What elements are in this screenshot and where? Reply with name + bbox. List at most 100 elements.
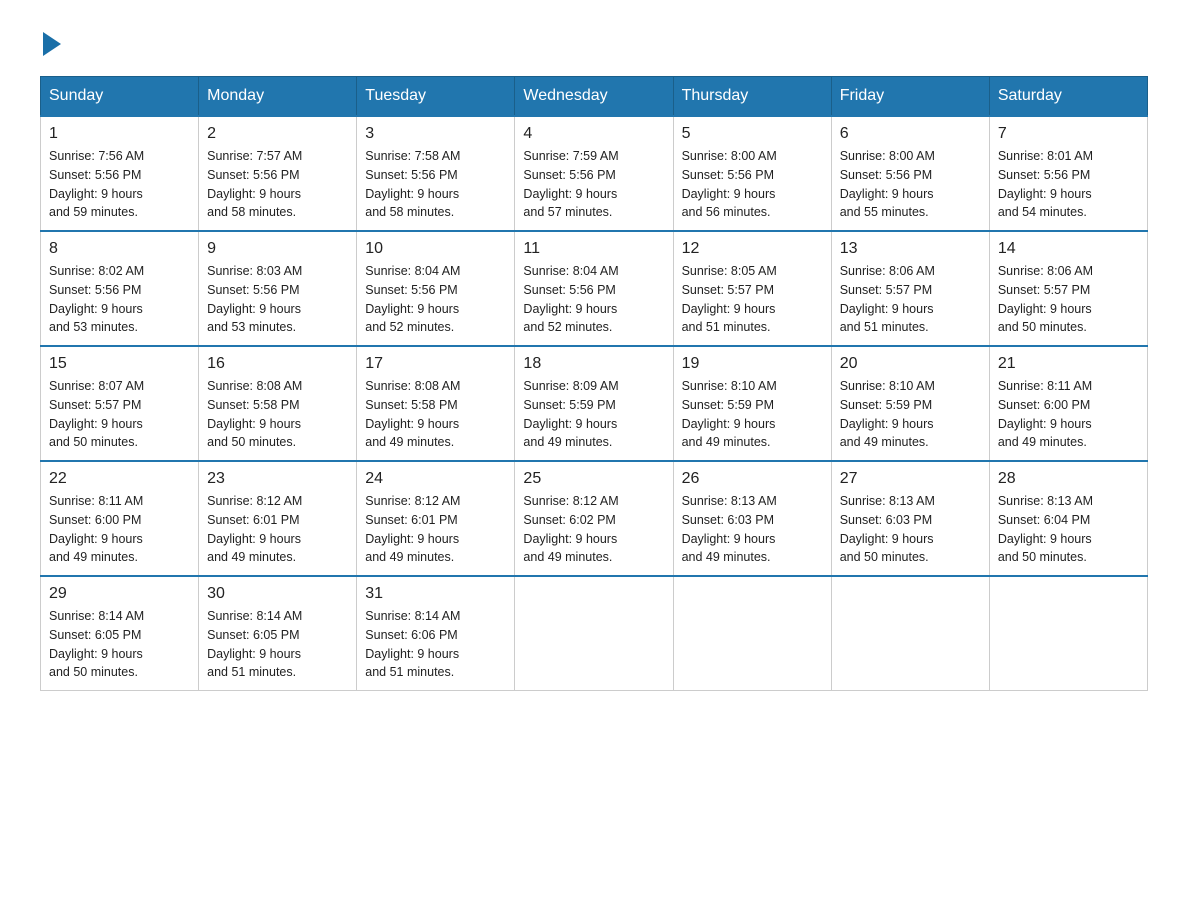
weekday-header-saturday: Saturday [989,77,1147,117]
day-info: Sunrise: 8:10 AMSunset: 5:59 PMDaylight:… [840,377,981,452]
calendar-cell: 23 Sunrise: 8:12 AMSunset: 6:01 PMDaylig… [199,461,357,576]
day-number: 19 [682,355,823,373]
calendar-cell: 9 Sunrise: 8:03 AMSunset: 5:56 PMDayligh… [199,231,357,346]
day-info: Sunrise: 8:13 AMSunset: 6:03 PMDaylight:… [682,492,823,567]
calendar-cell: 10 Sunrise: 8:04 AMSunset: 5:56 PMDaylig… [357,231,515,346]
day-info: Sunrise: 8:08 AMSunset: 5:58 PMDaylight:… [207,377,348,452]
day-number: 15 [49,355,190,373]
day-info: Sunrise: 7:57 AMSunset: 5:56 PMDaylight:… [207,147,348,222]
calendar-cell: 5 Sunrise: 8:00 AMSunset: 5:56 PMDayligh… [673,116,831,231]
day-number: 17 [365,355,506,373]
calendar-cell: 2 Sunrise: 7:57 AMSunset: 5:56 PMDayligh… [199,116,357,231]
calendar-cell: 24 Sunrise: 8:12 AMSunset: 6:01 PMDaylig… [357,461,515,576]
day-info: Sunrise: 8:14 AMSunset: 6:05 PMDaylight:… [207,607,348,682]
day-number: 20 [840,355,981,373]
day-number: 13 [840,240,981,258]
calendar-cell: 19 Sunrise: 8:10 AMSunset: 5:59 PMDaylig… [673,346,831,461]
day-number: 21 [998,355,1139,373]
calendar-cell: 14 Sunrise: 8:06 AMSunset: 5:57 PMDaylig… [989,231,1147,346]
day-info: Sunrise: 8:05 AMSunset: 5:57 PMDaylight:… [682,262,823,337]
week-row-2: 8 Sunrise: 8:02 AMSunset: 5:56 PMDayligh… [41,231,1148,346]
day-info: Sunrise: 8:04 AMSunset: 5:56 PMDaylight:… [365,262,506,337]
day-info: Sunrise: 8:13 AMSunset: 6:04 PMDaylight:… [998,492,1139,567]
day-number: 3 [365,125,506,143]
day-info: Sunrise: 8:11 AMSunset: 6:00 PMDaylight:… [49,492,190,567]
day-info: Sunrise: 8:02 AMSunset: 5:56 PMDaylight:… [49,262,190,337]
calendar-cell [989,576,1147,691]
calendar-cell: 16 Sunrise: 8:08 AMSunset: 5:58 PMDaylig… [199,346,357,461]
day-info: Sunrise: 8:11 AMSunset: 6:00 PMDaylight:… [998,377,1139,452]
calendar-cell: 27 Sunrise: 8:13 AMSunset: 6:03 PMDaylig… [831,461,989,576]
day-info: Sunrise: 8:07 AMSunset: 5:57 PMDaylight:… [49,377,190,452]
day-number: 1 [49,125,190,143]
day-number: 10 [365,240,506,258]
calendar-cell: 29 Sunrise: 8:14 AMSunset: 6:05 PMDaylig… [41,576,199,691]
weekday-header-monday: Monday [199,77,357,117]
day-info: Sunrise: 8:09 AMSunset: 5:59 PMDaylight:… [523,377,664,452]
day-number: 16 [207,355,348,373]
calendar-cell: 3 Sunrise: 7:58 AMSunset: 5:56 PMDayligh… [357,116,515,231]
day-number: 29 [49,585,190,603]
day-info: Sunrise: 7:59 AMSunset: 5:56 PMDaylight:… [523,147,664,222]
day-number: 5 [682,125,823,143]
calendar-cell: 30 Sunrise: 8:14 AMSunset: 6:05 PMDaylig… [199,576,357,691]
calendar-cell [831,576,989,691]
week-row-4: 22 Sunrise: 8:11 AMSunset: 6:00 PMDaylig… [41,461,1148,576]
calendar-cell: 25 Sunrise: 8:12 AMSunset: 6:02 PMDaylig… [515,461,673,576]
day-info: Sunrise: 8:03 AMSunset: 5:56 PMDaylight:… [207,262,348,337]
week-row-3: 15 Sunrise: 8:07 AMSunset: 5:57 PMDaylig… [41,346,1148,461]
calendar-cell: 6 Sunrise: 8:00 AMSunset: 5:56 PMDayligh… [831,116,989,231]
calendar-cell [515,576,673,691]
calendar-table: SundayMondayTuesdayWednesdayThursdayFrid… [40,76,1148,691]
day-info: Sunrise: 7:56 AMSunset: 5:56 PMDaylight:… [49,147,190,222]
day-number: 18 [523,355,664,373]
day-info: Sunrise: 8:04 AMSunset: 5:56 PMDaylight:… [523,262,664,337]
calendar-cell: 1 Sunrise: 7:56 AMSunset: 5:56 PMDayligh… [41,116,199,231]
calendar-cell: 4 Sunrise: 7:59 AMSunset: 5:56 PMDayligh… [515,116,673,231]
calendar-cell: 7 Sunrise: 8:01 AMSunset: 5:56 PMDayligh… [989,116,1147,231]
day-number: 11 [523,240,664,258]
week-row-5: 29 Sunrise: 8:14 AMSunset: 6:05 PMDaylig… [41,576,1148,691]
weekday-header-friday: Friday [831,77,989,117]
day-info: Sunrise: 7:58 AMSunset: 5:56 PMDaylight:… [365,147,506,222]
day-number: 26 [682,470,823,488]
calendar-cell: 20 Sunrise: 8:10 AMSunset: 5:59 PMDaylig… [831,346,989,461]
day-info: Sunrise: 8:13 AMSunset: 6:03 PMDaylight:… [840,492,981,567]
day-number: 28 [998,470,1139,488]
day-info: Sunrise: 8:14 AMSunset: 6:06 PMDaylight:… [365,607,506,682]
calendar-cell: 13 Sunrise: 8:06 AMSunset: 5:57 PMDaylig… [831,231,989,346]
calendar-cell: 26 Sunrise: 8:13 AMSunset: 6:03 PMDaylig… [673,461,831,576]
day-info: Sunrise: 8:14 AMSunset: 6:05 PMDaylight:… [49,607,190,682]
calendar-cell: 22 Sunrise: 8:11 AMSunset: 6:00 PMDaylig… [41,461,199,576]
day-number: 2 [207,125,348,143]
calendar-header-row: SundayMondayTuesdayWednesdayThursdayFrid… [41,77,1148,117]
day-number: 4 [523,125,664,143]
day-number: 9 [207,240,348,258]
day-info: Sunrise: 8:01 AMSunset: 5:56 PMDaylight:… [998,147,1139,222]
calendar-cell: 31 Sunrise: 8:14 AMSunset: 6:06 PMDaylig… [357,576,515,691]
calendar-cell: 11 Sunrise: 8:04 AMSunset: 5:56 PMDaylig… [515,231,673,346]
day-info: Sunrise: 8:00 AMSunset: 5:56 PMDaylight:… [682,147,823,222]
day-info: Sunrise: 8:12 AMSunset: 6:02 PMDaylight:… [523,492,664,567]
week-row-1: 1 Sunrise: 7:56 AMSunset: 5:56 PMDayligh… [41,116,1148,231]
day-number: 25 [523,470,664,488]
weekday-header-wednesday: Wednesday [515,77,673,117]
day-number: 23 [207,470,348,488]
weekday-header-tuesday: Tuesday [357,77,515,117]
calendar-cell: 17 Sunrise: 8:08 AMSunset: 5:58 PMDaylig… [357,346,515,461]
day-info: Sunrise: 8:10 AMSunset: 5:59 PMDaylight:… [682,377,823,452]
calendar-cell [673,576,831,691]
calendar-cell: 8 Sunrise: 8:02 AMSunset: 5:56 PMDayligh… [41,231,199,346]
weekday-header-sunday: Sunday [41,77,199,117]
day-info: Sunrise: 8:12 AMSunset: 6:01 PMDaylight:… [365,492,506,567]
day-info: Sunrise: 8:00 AMSunset: 5:56 PMDaylight:… [840,147,981,222]
day-number: 6 [840,125,981,143]
logo [40,30,63,56]
day-number: 27 [840,470,981,488]
day-number: 24 [365,470,506,488]
day-info: Sunrise: 8:12 AMSunset: 6:01 PMDaylight:… [207,492,348,567]
day-number: 22 [49,470,190,488]
weekday-header-thursday: Thursday [673,77,831,117]
day-number: 8 [49,240,190,258]
calendar-cell: 18 Sunrise: 8:09 AMSunset: 5:59 PMDaylig… [515,346,673,461]
